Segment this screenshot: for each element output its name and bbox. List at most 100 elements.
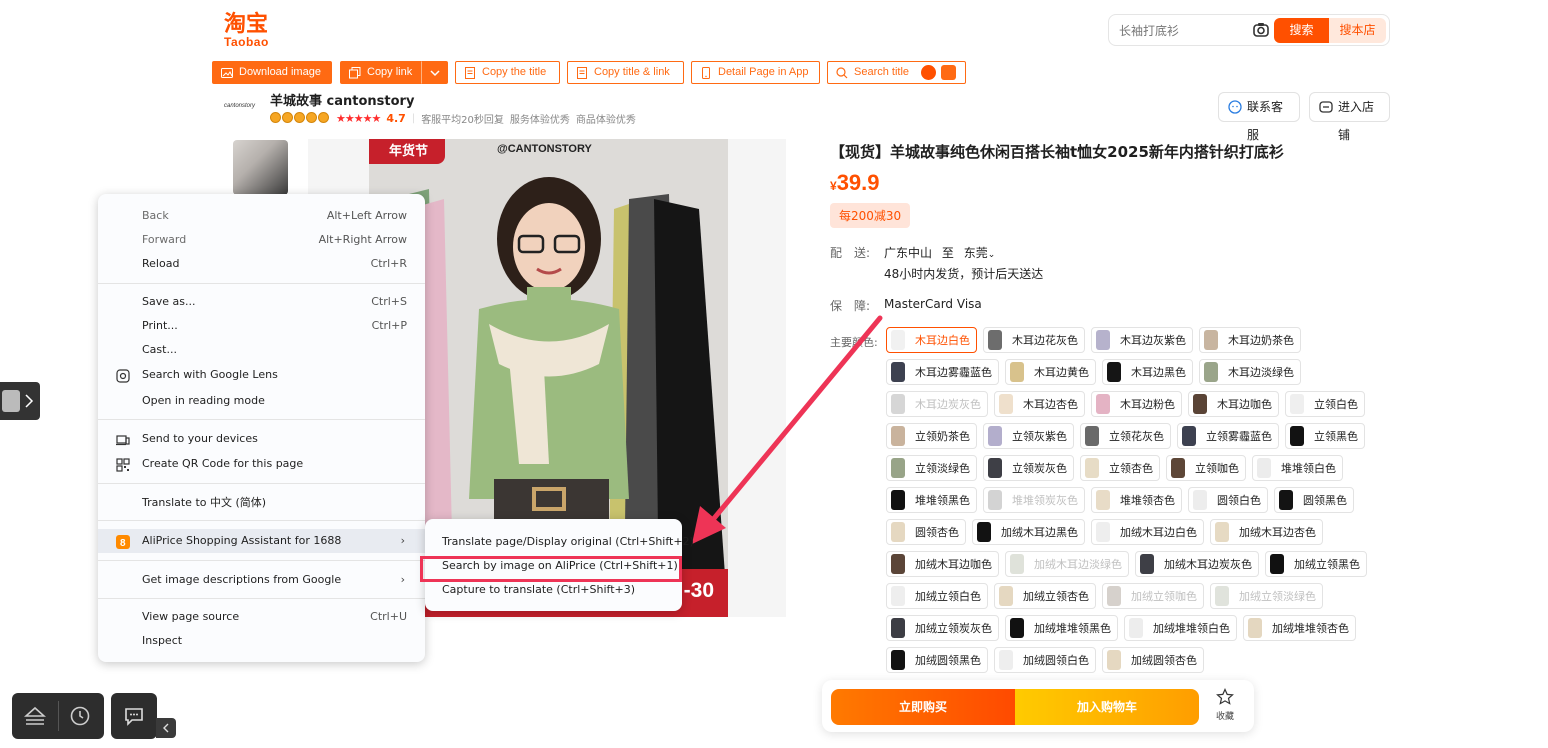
menu-item-translate-to[interactable]: Translate to 中文 (简体)	[98, 491, 425, 515]
color-option-label: 堆堆领炭灰色	[1012, 494, 1078, 507]
menu-item-send-to-your-devices[interactable]: Send to your devices	[98, 427, 425, 451]
color-option[interactable]: 圆领黑色	[1274, 487, 1354, 513]
color-option[interactable]: 木耳边咖色	[1188, 391, 1279, 417]
menu-item-aliprice-shopping-assistant-for-1688[interactable]: 8 AliPrice Shopping Assistant for 1688 ›	[98, 529, 425, 553]
color-option[interactable]: 加绒木耳边杏色	[1210, 519, 1323, 545]
color-option[interactable]: 堆堆领炭灰色	[983, 487, 1085, 513]
menu-item-get-image-descriptions-from-google[interactable]: Get image descriptions from Google ›	[98, 568, 425, 592]
color-option[interactable]: 立领炭灰色	[983, 455, 1074, 481]
color-option[interactable]: 加绒堆堆领杏色	[1243, 615, 1356, 641]
color-option[interactable]: 加绒木耳边白色	[1091, 519, 1204, 545]
color-option[interactable]: 加绒木耳边炭灰色	[1135, 551, 1259, 577]
copy-title-link-button[interactable]: Copy title & link	[567, 61, 684, 84]
color-option[interactable]: 立领灰紫色	[983, 423, 1074, 449]
color-option[interactable]: 木耳边炭灰色	[886, 391, 988, 417]
menu-item-search-with-google-lens[interactable]: Search with Google Lens	[98, 363, 425, 387]
color-option[interactable]: 加绒圆领黑色	[886, 647, 988, 673]
color-option[interactable]: 木耳边奶茶色	[1199, 327, 1301, 353]
color-option[interactable]: 堆堆领黑色	[886, 487, 977, 513]
chevron-down-icon[interactable]: ⌄	[988, 250, 996, 260]
copy-link-dropdown[interactable]	[421, 61, 448, 84]
menu-separator	[98, 419, 425, 420]
color-option[interactable]: 立领淡绿色	[886, 455, 977, 481]
color-option[interactable]: 木耳边黄色	[1005, 359, 1096, 385]
color-option[interactable]: 圆领杏色	[886, 519, 966, 545]
promo-tag[interactable]: 每200减30	[830, 203, 911, 228]
submenu-translate-page[interactable]: Translate page/Display original (Ctrl+Sh…	[442, 535, 694, 548]
camera-icon[interactable]	[1252, 21, 1270, 39]
side-panel-tab[interactable]	[0, 382, 40, 420]
search-button[interactable]: 搜索	[1274, 18, 1329, 43]
contact-service-button[interactable]: 联系客服	[1218, 92, 1300, 142]
color-option[interactable]: 木耳边灰紫色	[1091, 327, 1193, 353]
menu-item-create-qr-code-for-this-page[interactable]: Create QR Code for this page	[98, 452, 425, 476]
taobao-logo[interactable]: 淘宝 Taobao	[224, 14, 269, 49]
submenu-capture-translate[interactable]: Capture to translate (Ctrl+Shift+3)	[442, 583, 635, 596]
color-option[interactable]: 堆堆领白色	[1252, 455, 1343, 481]
menu-item-open-in-reading-mode[interactable]: Open in reading mode	[98, 389, 425, 413]
menu-item-back[interactable]: Back Alt+Left Arrow	[98, 204, 425, 228]
color-option[interactable]: 立领花灰色	[1080, 423, 1171, 449]
menu-item-reload[interactable]: Reload Ctrl+R	[98, 252, 425, 276]
collapse-dock-button[interactable]	[156, 718, 176, 738]
color-option[interactable]: 木耳边白色	[886, 327, 977, 353]
favorite-button[interactable]: 收藏	[1210, 688, 1240, 722]
color-swatch	[1290, 394, 1304, 414]
menu-item-shortcut: Ctrl+S	[371, 295, 407, 308]
color-option[interactable]: 加绒堆堆领白色	[1124, 615, 1237, 641]
color-option[interactable]: 加绒木耳边咖色	[886, 551, 999, 577]
chat-widget[interactable]	[111, 693, 157, 739]
color-option[interactable]: 木耳边黑色	[1102, 359, 1193, 385]
color-swatch	[1107, 650, 1121, 670]
search-title-button[interactable]: Search title	[827, 61, 966, 84]
menu-item-inspect[interactable]: Inspect	[98, 629, 425, 653]
color-option-label: 圆领白色	[1217, 494, 1261, 507]
enter-shop-button[interactable]: 进入店铺	[1309, 92, 1390, 142]
color-option[interactable]: 立领杏色	[1080, 455, 1160, 481]
color-option[interactable]: 木耳边花灰色	[983, 327, 1085, 353]
shop-name[interactable]: 羊城故事 cantonstory	[270, 90, 414, 109]
copy-title-button[interactable]: Copy the title	[455, 61, 560, 84]
color-option[interactable]: 堆堆领杏色	[1091, 487, 1182, 513]
color-option[interactable]: 加绒立领杏色	[994, 583, 1096, 609]
color-option[interactable]: 立领黑色	[1285, 423, 1365, 449]
color-option[interactable]: 加绒立领淡绿色	[1210, 583, 1323, 609]
buy-now-button[interactable]: 立即购买	[831, 689, 1015, 725]
color-option[interactable]: 圆领白色	[1188, 487, 1268, 513]
delivery-to[interactable]: 东莞	[964, 246, 988, 260]
color-option[interactable]: 加绒圆领白色	[994, 647, 1096, 673]
search-input[interactable]	[1119, 21, 1249, 41]
search-shop-button[interactable]: 搜本店	[1329, 18, 1386, 43]
color-option[interactable]: 加绒堆堆领黑色	[1005, 615, 1118, 641]
color-option[interactable]: 立领雾霾蓝色	[1177, 423, 1279, 449]
download-image-button[interactable]: Download image	[212, 61, 332, 84]
color-option[interactable]: 立领奶茶色	[886, 423, 977, 449]
color-option[interactable]: 加绒木耳边黑色	[972, 519, 1085, 545]
menu-item-forward[interactable]: Forward Alt+Right Arrow	[98, 228, 425, 252]
color-option[interactable]: 加绒立领白色	[886, 583, 988, 609]
color-option[interactable]: 立领白色	[1285, 391, 1365, 417]
menu-item-view-page-source[interactable]: View page source Ctrl+U	[98, 605, 425, 629]
shop-logo[interactable]: cantonstory	[224, 96, 262, 118]
color-swatch	[1182, 426, 1196, 446]
color-option[interactable]: 加绒立领炭灰色	[886, 615, 999, 641]
color-option[interactable]: 加绒立领咖色	[1102, 583, 1204, 609]
color-option[interactable]: 木耳边淡绿色	[1199, 359, 1301, 385]
copy-link-button[interactable]: Copy link	[340, 61, 421, 84]
menu-item-cast[interactable]: Cast...	[98, 338, 425, 362]
color-option[interactable]: 木耳边雾霾蓝色	[886, 359, 999, 385]
color-option[interactable]: 木耳边杏色	[994, 391, 1085, 417]
menu-item-save-as[interactable]: Save as... Ctrl+S	[98, 290, 425, 314]
color-option[interactable]: 加绒木耳边淡绿色	[1005, 551, 1129, 577]
color-option[interactable]: 木耳边粉色	[1091, 391, 1182, 417]
color-option[interactable]: 加绒圆领杏色	[1102, 647, 1204, 673]
detail-page-app-button[interactable]: Detail Page in App	[691, 61, 820, 84]
menu-item-print[interactable]: Print... Ctrl+P	[98, 314, 425, 338]
color-option[interactable]: 立领咖色	[1166, 455, 1246, 481]
eject-icon[interactable]	[24, 706, 46, 726]
color-swatch	[1257, 458, 1271, 478]
color-option[interactable]: 加绒立领黑色	[1265, 551, 1367, 577]
history-icon[interactable]	[69, 705, 91, 727]
thumbnail-image[interactable]	[233, 140, 288, 195]
add-to-cart-button[interactable]: 加入购物车	[1015, 689, 1199, 725]
